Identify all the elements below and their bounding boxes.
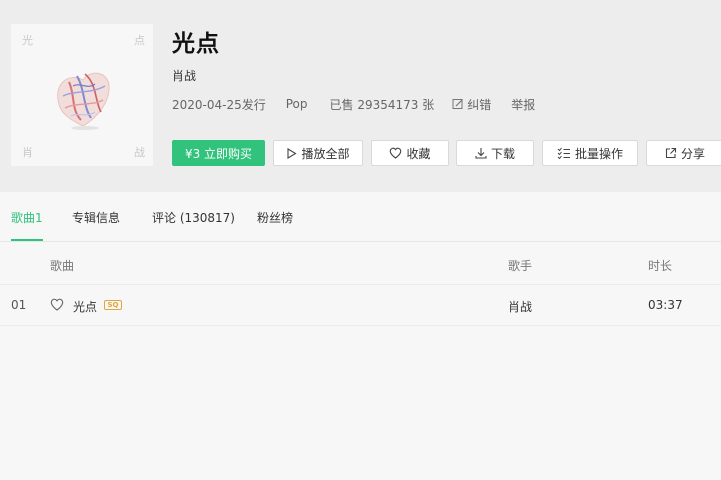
action-buttons: ¥3 立即购买 播放全部 收藏 下载 批量操作 分享 (172, 140, 721, 166)
album-header: 光 点 肖 战 光点 肖战 2020-04-25发行 Pop 已售 293541… (0, 0, 721, 192)
download-icon (475, 148, 487, 159)
header-song: 歌曲 (50, 259, 75, 273)
tab-comments[interactable]: 评论 (130817) (152, 209, 235, 226)
play-icon (287, 147, 298, 159)
play-all-label: 播放全部 (301, 146, 350, 161)
share-icon (665, 147, 677, 159)
album-meta: 2020-04-25发行 Pop 已售 29354173 张 纠错 举报 (172, 96, 535, 112)
song-title-link[interactable]: 光点 (73, 298, 97, 315)
album-artist-link[interactable]: 肖战 (172, 67, 196, 84)
active-tab-indicator (11, 239, 43, 241)
tab-songs[interactable]: 歌曲1 (11, 209, 43, 226)
play-all-button[interactable]: 播放全部 (273, 140, 363, 166)
heart-icon (390, 147, 402, 159)
cover-art-heart (57, 72, 110, 130)
sq-quality-badge: SQ (104, 300, 122, 310)
download-button[interactable]: 下载 (456, 140, 534, 166)
buy-button[interactable]: ¥3 立即购买 (172, 140, 265, 166)
album-title: 光点 (172, 31, 220, 57)
table-row[interactable]: 01 光点 SQ 肖战 03:37 (0, 285, 721, 326)
tab-album-info[interactable]: 专辑信息 (72, 209, 120, 226)
genre: Pop (285, 97, 308, 111)
correct-link[interactable]: 纠错 (452, 96, 491, 113)
share-button[interactable]: 分享 (646, 140, 721, 166)
share-label: 分享 (680, 146, 705, 161)
batch-list-icon (557, 147, 570, 159)
song-duration: 03:37 (648, 298, 683, 312)
favorite-label: 收藏 (406, 146, 431, 161)
report-link[interactable]: 举报 (511, 96, 535, 113)
tab-fans[interactable]: 粉丝榜 (257, 209, 293, 226)
album-cover[interactable]: 光 点 肖 战 (11, 24, 153, 166)
favorite-button[interactable]: 收藏 (371, 140, 449, 166)
song-index: 01 (11, 298, 27, 312)
sold-count: 已售 29354173 张 (329, 97, 435, 112)
correct-label: 纠错 (467, 97, 492, 112)
header-duration: 时长 (648, 259, 673, 273)
release-date: 2020-04-25发行 (172, 97, 266, 112)
download-label: 下载 (490, 146, 515, 161)
heart-icon[interactable] (50, 298, 64, 311)
batch-label: 批量操作 (574, 146, 623, 161)
album-tabs: 歌曲1 专辑信息 评论 (130817) 粉丝榜 (0, 192, 721, 242)
song-table-header: 歌曲 歌手 时长 (0, 243, 721, 285)
batch-button[interactable]: 批量操作 (542, 140, 638, 166)
song-singer-link[interactable]: 肖战 (508, 298, 532, 315)
header-singer: 歌手 (508, 259, 533, 273)
edit-icon (452, 99, 464, 109)
